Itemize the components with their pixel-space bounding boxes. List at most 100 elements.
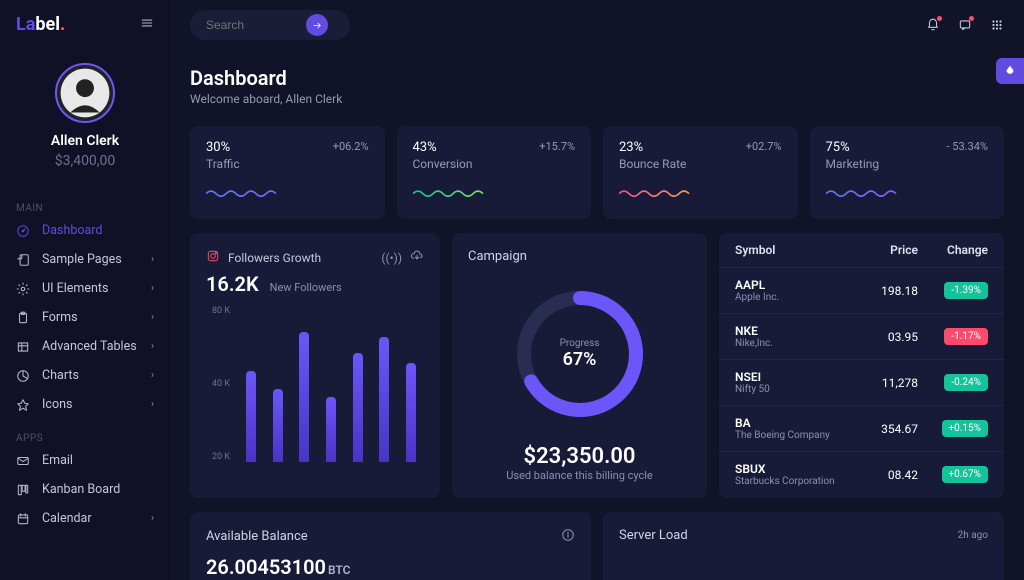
server-title: Server Load [619,528,688,543]
campaign-title: Campaign [468,249,527,264]
balance-amount: 26.00453100 [206,555,326,579]
chevron-right-icon: › [151,283,154,294]
search-box[interactable] [190,10,350,40]
menu-toggle-icon[interactable] [140,16,154,34]
progress-label: Progress [560,338,600,349]
server-ago: 2h ago [958,530,988,541]
bar [379,337,389,462]
chat-icon[interactable] [958,18,972,32]
nav-item-sample-pages[interactable]: Sample Pages› [0,245,170,274]
bar [299,332,309,462]
sidebar: Label. Allen Clerk $3,400,00 MAIN Dashbo… [0,0,170,580]
page-title: Dashboard [190,66,1004,90]
chevron-right-icon: › [151,312,154,323]
server-card: Server Load 2h ago [603,512,1004,580]
stock-row-nke[interactable]: NKENike,Inc.03.95 -1.17% [719,314,1004,360]
nav-item-forms[interactable]: Forms › [0,303,170,332]
chevron-right-icon: › [151,399,154,410]
stock-name: Apple Inc. [735,292,858,303]
nav-section-apps: APPS [0,427,170,446]
stock-symbol: AAPL [735,278,858,292]
y-tick: 40 K [206,379,230,389]
apps-grid-icon[interactable] [990,18,1004,32]
nav-item-calendar[interactable]: Calendar› [0,504,170,533]
stat-percent: 30% [206,140,240,155]
dashboard-icon [16,224,30,238]
avatar[interactable] [55,63,115,123]
email-icon [16,454,30,468]
stat-label: Conversion [413,157,473,171]
nav-item-label: Kanban Board [42,482,120,497]
profile-block: Allen Clerk $3,400,00 [0,53,170,189]
nav-item-dashboard[interactable]: Dashboard [0,216,170,245]
calendar-icon [16,512,30,526]
campaign-amount: $23,350.00 [524,444,636,469]
info-icon[interactable] [561,528,575,545]
stock-symbol: NKE [735,324,858,338]
stock-row-aapl[interactable]: AAPLApple Inc.198.18-1.39% [719,268,1004,314]
stock-row-nsei[interactable]: NSEINifty 5011,278-0.24% [719,360,1004,406]
nav-item-label: Calendar [42,511,92,526]
stock-price: 354.67 [858,422,918,436]
charts-icon [16,369,30,383]
followers-bar-chart: 80 K 40 K 20 K [206,306,424,476]
nav-item-label: Forms [42,310,78,325]
notifications-icon[interactable] [926,18,940,32]
profile-balance: $3,400,00 [16,153,154,169]
stat-label: Marketing [826,157,880,171]
followers-title: Followers Growth [228,251,321,265]
bar [326,397,336,462]
stat-label: Traffic [206,157,240,171]
kanban-board-icon [16,483,30,497]
nav-item-label: Advanced Tables [42,339,137,354]
main-area: Dashboard Welcome aboard, Allen Clerk 30… [170,0,1024,580]
balance-title: Available Balance [206,529,308,544]
stat-card-traffic: 30% Traffic +06.2% [190,126,385,219]
stock-row-sbux[interactable]: SBUXStarbucks Corporation08.42+0.67% [719,452,1004,497]
search-input[interactable] [206,18,306,32]
cloud-download-icon[interactable] [410,249,424,266]
stock-change-pill: +0.15% [942,420,989,437]
stat-card-bounce-rate: 23%Bounce Rate+02.7% [603,126,798,219]
icons-icon [16,398,30,412]
followers-value: 16.2K [206,272,259,296]
stat-change: +15.7% [539,140,575,153]
stat-card-conversion: 43%Conversion+15.7% [397,126,592,219]
stat-percent: 75% [826,140,880,155]
nav-item-email[interactable]: Email [0,446,170,475]
nav-section-main: MAIN [0,197,170,216]
stat-label: Bounce Rate [619,157,686,171]
stat-change: +06.2% [333,140,369,153]
nav-item-label: Dashboard [42,223,102,238]
y-tick: 20 K [206,452,230,462]
nav-item-icons[interactable]: Icons› [0,390,170,419]
nav-item-ui-elements[interactable]: UI Elements› [0,274,170,303]
campaign-card: Campaign Progress 67% $23,350.00 Used ba… [452,233,707,498]
nav-item-label: Email [42,453,73,468]
brand-logo[interactable]: Label. [16,14,65,35]
instagram-icon [206,249,220,266]
followers-card: Followers Growth ((•)) 16.2K New Followe… [190,233,440,498]
nav-item-kanban-board[interactable]: Kanban Board [0,475,170,504]
stocks-card: Symbol Price Change AAPLApple Inc.198.18… [719,233,1004,498]
nav-item-advanced-tables[interactable]: Advanced Tables› [0,332,170,361]
y-tick: 80 K [206,306,230,316]
chevron-right-icon: › [151,254,154,265]
sparkline [206,187,289,197]
theme-settings-button[interactable] [996,58,1024,84]
search-go-button[interactable] [306,14,328,36]
stock-row-ba[interactable]: BAThe Boeing Company354.67+0.15% [719,406,1004,452]
stat-card-marketing: 75% Marketing - 53.34% [810,126,1005,219]
stock-price: 08.42 [858,468,918,482]
bar [353,353,363,462]
broadcast-icon[interactable]: ((•)) [381,251,402,265]
stock-name: Nike,Inc. [735,338,858,349]
campaign-donut: Progress 67% [510,284,650,424]
sparkline [619,187,702,197]
nav-item-charts[interactable]: Charts› [0,361,170,390]
bar [273,389,283,462]
stock-change-pill: -1.17% [944,328,988,345]
stat-change: - 53.34% [947,140,988,153]
campaign-sub: Used balance this billing cycle [506,469,653,482]
stock-price: 03.95 [858,330,918,344]
